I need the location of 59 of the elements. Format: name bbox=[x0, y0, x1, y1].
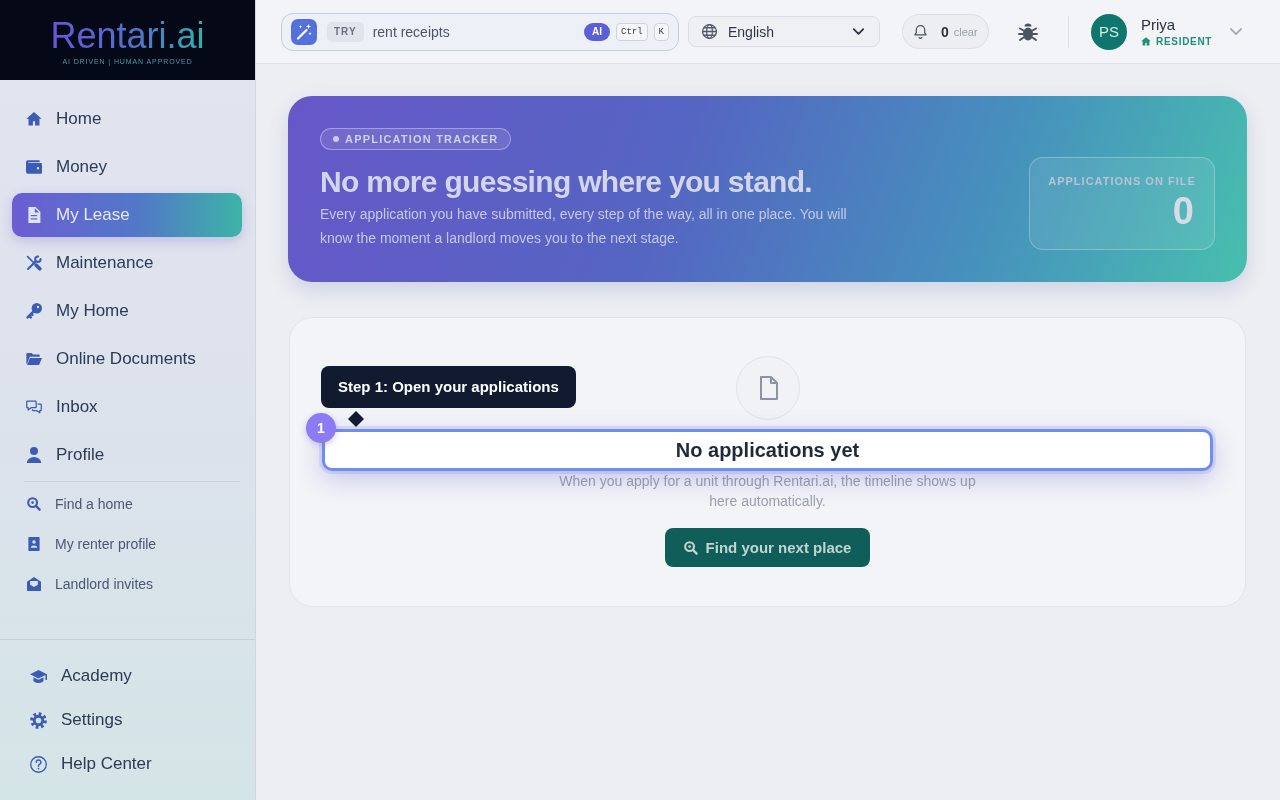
user-role: RESIDENT bbox=[1156, 35, 1213, 48]
nav-item[interactable]: Academy bbox=[16, 656, 242, 696]
user-icon bbox=[26, 447, 42, 463]
diamond-icon bbox=[348, 411, 364, 427]
language-select[interactable]: English bbox=[688, 16, 880, 47]
wand-icon bbox=[291, 18, 317, 45]
settings-icon bbox=[30, 711, 47, 729]
document-icon bbox=[26, 207, 42, 223]
nav-item[interactable]: Settings bbox=[16, 700, 242, 740]
file-icon bbox=[735, 356, 800, 420]
hero-title: No more guessing where you stand. bbox=[320, 164, 812, 200]
envelope-icon bbox=[27, 577, 41, 591]
search-icon bbox=[683, 540, 698, 555]
bell-icon bbox=[914, 24, 927, 39]
nav-item[interactable]: Online Documents bbox=[12, 337, 242, 381]
nav-item[interactable]: Home bbox=[12, 97, 242, 141]
ai-label: AI bbox=[584, 22, 610, 41]
nav-item[interactable]: Inbox bbox=[12, 385, 242, 429]
folder-icon bbox=[26, 351, 42, 367]
tour-tooltip: Step 1: Open your applications bbox=[321, 366, 576, 408]
home-icon bbox=[1141, 37, 1151, 46]
help-icon bbox=[30, 755, 47, 773]
notification-pill[interactable]: 0 clear bbox=[902, 14, 989, 49]
step-marker: 1 bbox=[306, 413, 336, 443]
nav-item[interactable]: My Home bbox=[12, 289, 242, 333]
dot-icon bbox=[333, 136, 339, 142]
search-input[interactable]: rent receipts bbox=[372, 21, 576, 42]
hero-description: Every application you have submitted, every step of the way, all in one place. You will know the moment a landlord moves you to the next stage. bbox=[320, 205, 848, 248]
bug-icon[interactable] bbox=[1018, 21, 1038, 42]
empty-state-description: When you apply for a unit through Rentari.ai, the timeline shows up here automatically. bbox=[558, 472, 977, 511]
try-label: TRY bbox=[327, 21, 364, 42]
nav-item[interactable]: Profile bbox=[12, 433, 242, 477]
tools-icon bbox=[26, 255, 42, 271]
sidebar-link[interactable]: My renter profile bbox=[12, 526, 242, 562]
search-field[interactable]: TRY rent receipts AI Ctrl K bbox=[281, 12, 679, 51]
chat-icon bbox=[26, 399, 42, 415]
globe-icon bbox=[702, 24, 717, 39]
nav-item[interactable]: My Lease bbox=[12, 193, 242, 237]
graduation-cap-icon bbox=[30, 667, 47, 685]
notification-count: 0 bbox=[941, 23, 949, 40]
search-icon bbox=[27, 497, 41, 511]
user-name: Priya bbox=[1141, 15, 1177, 33]
shortcut-key: Ctrl bbox=[616, 22, 648, 41]
stat-label: APPLICATIONS ON FILE bbox=[1048, 175, 1196, 187]
shortcut-key: K bbox=[653, 22, 669, 41]
nav-item[interactable]: Maintenance bbox=[12, 241, 242, 285]
home-icon bbox=[26, 111, 42, 127]
chevron-down-icon bbox=[853, 28, 864, 35]
id-card-icon bbox=[27, 537, 41, 551]
tracker-label: APPLICATION TRACKER bbox=[345, 133, 499, 145]
wallet-icon bbox=[26, 159, 42, 175]
sidebar-link[interactable]: Landlord invites bbox=[12, 566, 242, 602]
nav-item[interactable]: Help Center bbox=[16, 744, 242, 784]
sidebar-link[interactable]: Find a home bbox=[12, 486, 242, 522]
nav-item[interactable]: Money bbox=[12, 145, 242, 189]
stat-value: 0 bbox=[1172, 189, 1194, 233]
key-icon bbox=[26, 303, 42, 319]
find-place-button[interactable]: Find your next place bbox=[664, 528, 871, 567]
avatar[interactable]: PS bbox=[1091, 13, 1127, 50]
